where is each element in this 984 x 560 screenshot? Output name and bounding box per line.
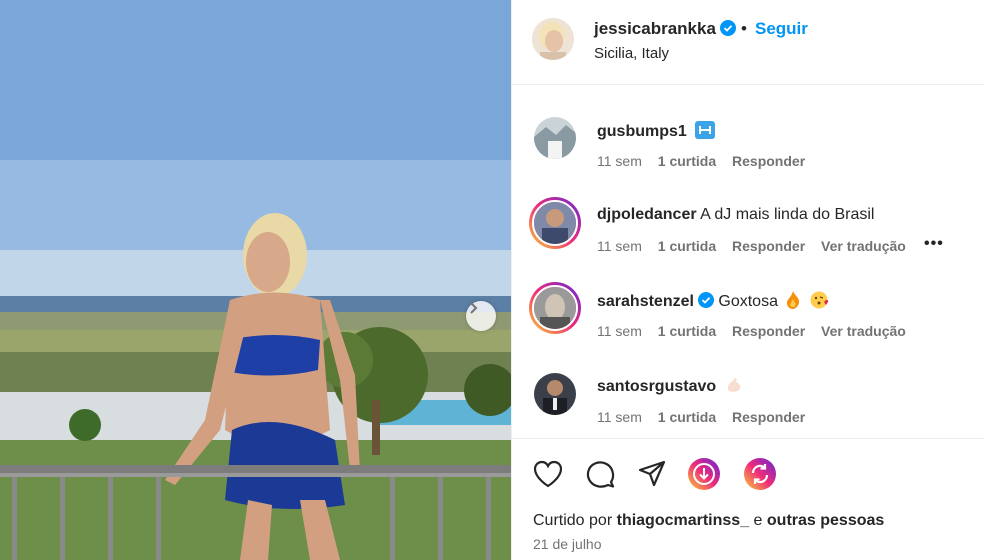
comment-time[interactable]: 11 sem — [597, 323, 642, 339]
comment-body: A dJ mais linda do Brasil — [700, 206, 875, 223]
comments-list[interactable]: gusbumps1 11 sem 1 curtida Responder djp… — [512, 86, 984, 438]
kiss-emoji-icon — [810, 291, 829, 309]
commenter-username[interactable]: djpoledancer — [597, 206, 697, 223]
commenter-avatar-image — [534, 373, 576, 415]
reel-download-icon — [688, 458, 720, 490]
comment-time[interactable]: 11 sem — [597, 153, 642, 169]
reel-download-button[interactable] — [687, 457, 721, 491]
comment-body: Goxtosa — [718, 293, 778, 310]
repost-icon — [744, 458, 776, 490]
author-username[interactable]: jessicabrankka — [594, 19, 736, 39]
commenter-avatar[interactable] — [529, 282, 581, 334]
share-icon — [638, 460, 666, 487]
dumbbell-emoji-icon — [695, 121, 716, 139]
comment-button[interactable] — [583, 457, 617, 491]
translate-button[interactable]: Ver tradução — [821, 323, 906, 339]
verified-icon — [697, 292, 714, 308]
comment-meta: 11 sem 1 curtida Responder — [597, 409, 817, 425]
commenter-avatar-image — [534, 117, 576, 159]
liked-user-link[interactable]: thiagocmartinss_ — [617, 512, 749, 529]
comment-likes[interactable]: 1 curtida — [658, 153, 716, 169]
next-photo-button[interactable] — [466, 301, 496, 331]
comment-meta: 11 sem 1 curtida Responder — [597, 153, 817, 169]
commenter-avatar[interactable] — [534, 373, 576, 415]
repost-button[interactable] — [743, 457, 777, 491]
comment-likes[interactable]: 1 curtida — [658, 409, 716, 425]
post-actions-bar — [512, 438, 984, 510]
comment-meta: 11 sem 1 curtida Responder Ver tradução — [597, 238, 918, 254]
reply-button[interactable]: Responder — [732, 409, 805, 425]
comment-item: sarahstenzel Goxtosa 11 sem 1 curtida Re… — [512, 279, 984, 359]
comment-icon — [586, 461, 615, 488]
comment-text: santosrgustavo — [597, 376, 743, 396]
liked-by-line: Curtido por thiagocmartinss_ e outras pe… — [533, 512, 884, 530]
commenter-username[interactable]: gusbumps1 — [597, 123, 687, 140]
comment-text: djpoledancer A dJ mais linda do Brasil — [597, 206, 874, 224]
post-date[interactable]: 21 de julho — [533, 536, 602, 552]
translate-button[interactable]: Ver tradução — [821, 238, 906, 254]
comment-text: gusbumps1 — [597, 121, 716, 141]
author-username-text: jessicabrankka — [594, 19, 716, 38]
liked-connector: e — [753, 512, 763, 529]
comment-text: sarahstenzel Goxtosa — [597, 291, 830, 311]
comment-time[interactable]: 11 sem — [597, 238, 642, 254]
fire-emoji-icon — [787, 291, 800, 309]
comment-time[interactable]: 11 sem — [597, 409, 642, 425]
liked-others-link[interactable]: outras pessoas — [767, 512, 884, 529]
commenter-username[interactable]: santosrgustavo — [597, 378, 716, 395]
heart-icon — [533, 460, 563, 488]
post-photo — [0, 0, 511, 560]
muscle-emoji-icon — [727, 378, 740, 392]
next-arrow-icon — [470, 302, 478, 314]
more-options-button[interactable]: ••• — [924, 235, 944, 253]
author-avatar[interactable] — [532, 18, 574, 60]
share-button[interactable] — [635, 457, 669, 491]
commenter-username[interactable]: sarahstenzel — [597, 293, 694, 310]
commenter-avatar-image — [534, 287, 576, 329]
comment-item: djpoledancer A dJ mais linda do Brasil 1… — [512, 194, 984, 274]
post-location[interactable]: Sicilia, Italy — [594, 45, 669, 62]
reply-button[interactable]: Responder — [732, 238, 805, 254]
post-header: jessicabrankka • Seguir Sicilia, Italy — [512, 0, 984, 85]
photo-scene — [0, 0, 511, 560]
reply-button[interactable]: Responder — [732, 153, 805, 169]
liked-prefix: Curtido por — [533, 512, 613, 529]
header-separator: • — [741, 19, 747, 38]
comment-item: gusbumps1 11 sem 1 curtida Responder — [512, 108, 984, 188]
follow-button[interactable]: Seguir — [755, 19, 808, 39]
reply-button[interactable]: Responder — [732, 323, 805, 339]
commenter-avatar-image — [534, 202, 576, 244]
comment-likes[interactable]: 1 curtida — [658, 323, 716, 339]
like-button[interactable] — [531, 457, 565, 491]
commenter-avatar[interactable] — [529, 197, 581, 249]
post-side-panel: jessicabrankka • Seguir Sicilia, Italy g… — [511, 0, 984, 560]
comment-likes[interactable]: 1 curtida — [658, 238, 716, 254]
commenter-avatar[interactable] — [534, 117, 576, 159]
author-avatar-image — [532, 18, 574, 60]
comment-item: santosrgustavo 11 sem 1 curtida Responde… — [512, 364, 984, 438]
comment-meta: 11 sem 1 curtida Responder Ver tradução — [597, 323, 918, 339]
verified-icon — [719, 20, 736, 36]
